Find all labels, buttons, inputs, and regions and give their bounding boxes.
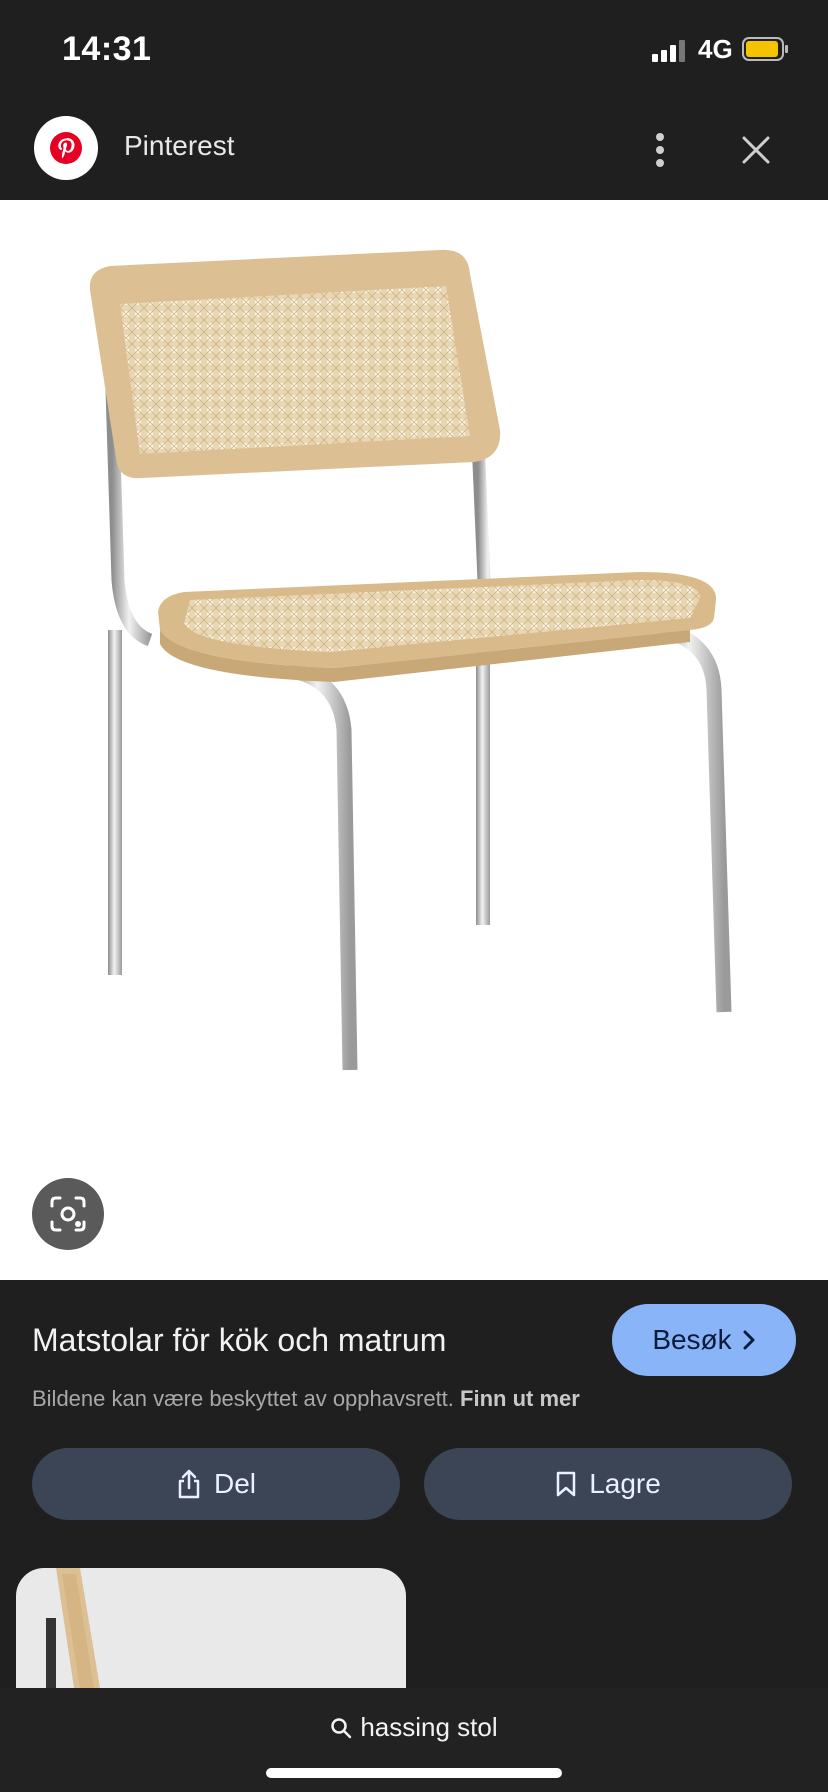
share-button[interactable]: Del [32, 1448, 400, 1520]
lens-button[interactable] [32, 1178, 104, 1250]
status-bar: 14:31 4G [0, 0, 828, 100]
search-icon [331, 1717, 352, 1738]
status-time: 14:31 [62, 30, 152, 68]
learn-more-link[interactable]: Finn ut mer [460, 1386, 580, 1411]
share-label: Del [213, 1468, 256, 1499]
pinterest-logo[interactable] [34, 116, 98, 180]
site-name[interactable]: Pinterest [124, 130, 235, 162]
more-options-button[interactable] [640, 120, 680, 180]
result-image[interactable] [0, 200, 828, 1280]
copyright-text: Bildene kan være beskyttet av opphavsret… [32, 1386, 454, 1411]
source-header: Pinterest [0, 100, 828, 200]
save-button[interactable]: Lagre [424, 1448, 792, 1520]
close-icon [742, 136, 770, 164]
chevron-right-icon [743, 1330, 755, 1350]
related-chair-thumbnail [46, 1568, 100, 1688]
chair-image [89, 249, 732, 1071]
battery-icon [742, 37, 788, 61]
network-type: 4G [698, 34, 733, 64]
search-query: hassing stol [360, 1712, 498, 1742]
search-query-chip[interactable]: hassing stol [0, 1712, 828, 1743]
close-button[interactable] [730, 120, 782, 180]
bottom-search-bar: hassing stol [0, 1688, 828, 1792]
result-title: Matstolar för kök och matrum [32, 1322, 447, 1358]
share-icon [178, 1469, 200, 1499]
visit-label: Besøk [652, 1324, 732, 1355]
bookmark-icon [556, 1471, 576, 1497]
copyright-notice: Bildene kan være beskyttet av opphavsret… [32, 1386, 580, 1412]
lens-icon [50, 1196, 86, 1232]
save-label: Lagre [589, 1468, 661, 1499]
signal-icon [652, 40, 685, 62]
home-indicator[interactable] [266, 1768, 562, 1778]
more-vert-icon [656, 133, 664, 167]
visit-button[interactable]: Besøk [612, 1304, 796, 1376]
pinterest-logo-icon [50, 132, 82, 164]
related-image-card[interactable] [16, 1568, 406, 1688]
